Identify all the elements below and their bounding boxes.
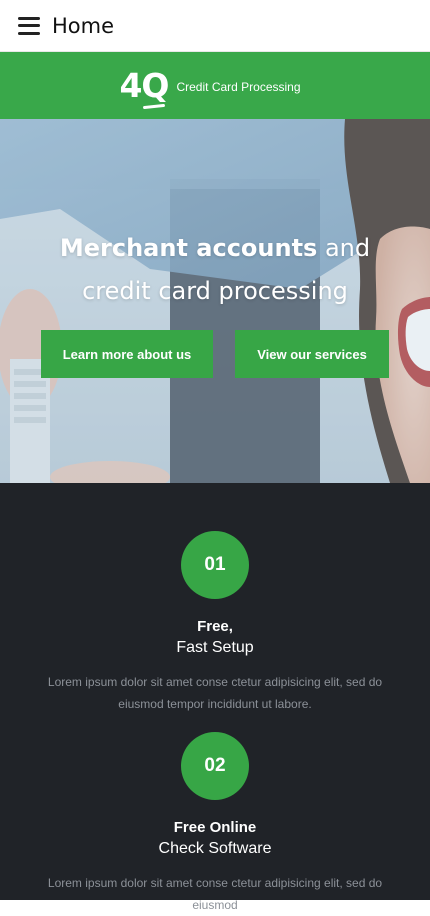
hero-content: Merchant accounts and credit card proces… xyxy=(0,227,430,313)
hamburger-menu-icon[interactable] xyxy=(18,16,40,35)
page-title: Home xyxy=(52,13,115,38)
brand-bar: 4Q Credit Card Processing xyxy=(0,52,430,119)
feature-item: 01 Free, Fast Setup Lorem ipsum dolor si… xyxy=(0,531,430,715)
hamburger-line xyxy=(18,31,40,35)
hamburger-line xyxy=(18,24,40,27)
view-services-button[interactable]: View our services xyxy=(235,330,389,378)
hero-heading-bold: Merchant accounts xyxy=(59,234,318,262)
logo-tagline: Credit Card Processing xyxy=(176,79,301,94)
feature-number-badge: 02 xyxy=(181,732,249,800)
feature-number-badge: 01 xyxy=(181,531,249,599)
feature-description: Lorem ipsum dolor sit amet conse ctetur … xyxy=(47,675,383,711)
site-logo[interactable]: 4Q Credit Card Processing xyxy=(119,69,300,102)
feature-subtitle: Fast Setup xyxy=(176,639,254,656)
learn-more-button[interactable]: Learn more about us xyxy=(41,330,213,378)
feature-item: 02 Free Online Check Software Lorem ipsu… xyxy=(0,732,430,916)
hamburger-line xyxy=(18,16,40,20)
top-app-bar: Home xyxy=(0,0,430,52)
logo-mark: 4Q xyxy=(119,66,169,105)
hero-buttons: Learn more about us View our services xyxy=(0,330,430,378)
feature-subtitle: Check Software xyxy=(158,840,272,857)
hero-banner: Merchant accounts and credit card proces… xyxy=(0,119,430,483)
hero-heading: Merchant accounts and credit card proces… xyxy=(0,227,430,313)
feature-description: Lorem ipsum dolor sit amet conse ctetur … xyxy=(47,876,383,912)
feature-title: Free Online xyxy=(173,819,257,836)
feature-title: Free, xyxy=(197,618,233,635)
features-section: 01 Free, Fast Setup Lorem ipsum dolor si… xyxy=(0,483,430,912)
